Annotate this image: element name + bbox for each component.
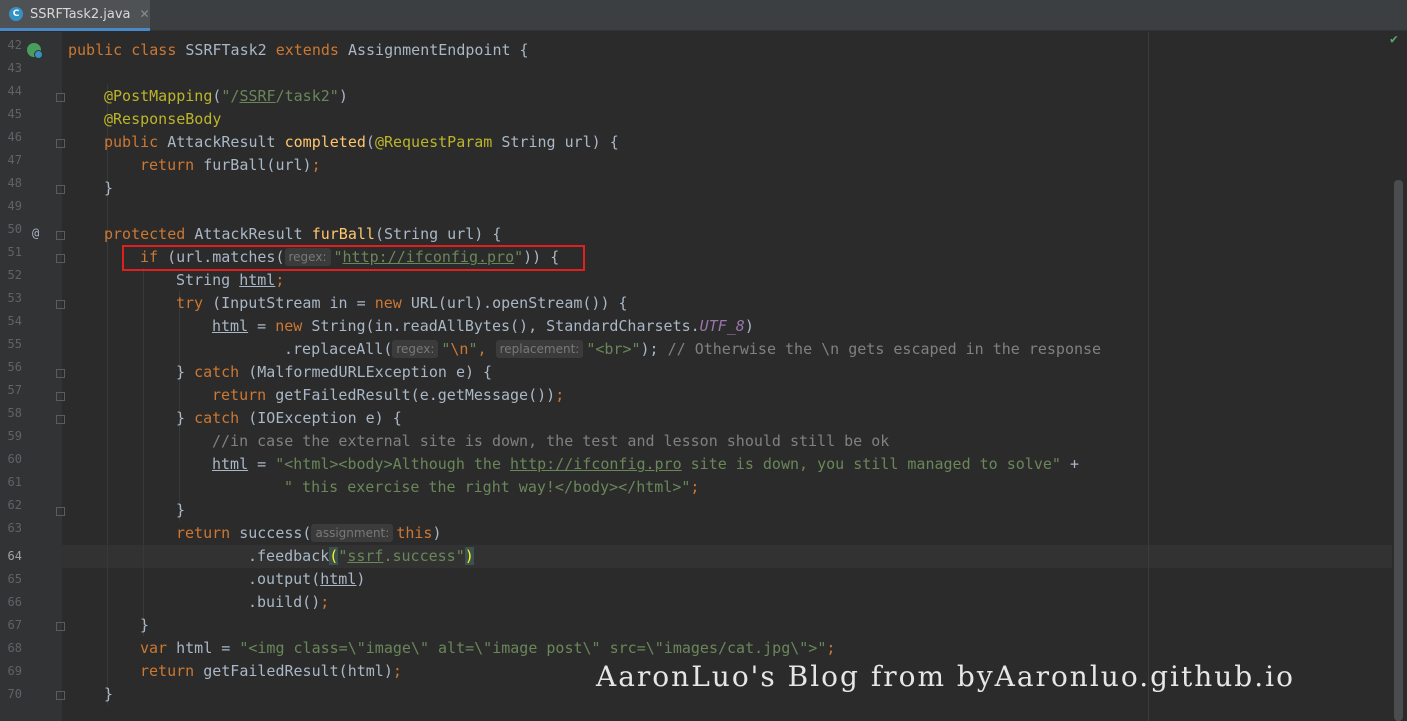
code-line-64: .feedback("ssrf.success")	[248, 547, 474, 565]
line-number: 47	[7, 153, 22, 167]
line-number: 67	[7, 618, 22, 632]
fold-marker-icon[interactable]	[56, 415, 65, 424]
fold-marker-icon[interactable]	[56, 507, 65, 516]
fold-marker-icon[interactable]	[56, 93, 65, 102]
line-number: 44	[7, 84, 22, 98]
fold-marker-icon[interactable]	[56, 392, 65, 401]
line-number: 61	[7, 475, 22, 489]
code-line-50: protected AttackResult furBall(String ur…	[104, 225, 502, 243]
fold-marker-icon[interactable]	[56, 622, 65, 631]
param-hint: assignment:	[311, 524, 394, 542]
line-number: 62	[7, 498, 22, 512]
watermark: AaronLuo's Blog from byAaronluo.github.i…	[596, 660, 1295, 693]
scrollbar-thumb[interactable]	[1394, 180, 1403, 721]
code-line-55: .replaceAll(regex: "\n", replacement: "<br…	[284, 340, 1102, 358]
line-number-current: 64	[7, 549, 22, 563]
line-number: 45	[7, 107, 22, 121]
line-number: 63	[7, 521, 22, 535]
fold-marker-icon[interactable]	[56, 185, 65, 194]
code-line-52: String html;	[176, 271, 285, 289]
line-number: 48	[7, 176, 22, 190]
line-number: 43	[7, 61, 22, 75]
code-line-46: public AttackResult completed(@RequestPa…	[104, 133, 619, 151]
code-editor[interactable]: public class SSRFTask2 extends Assignmen…	[68, 32, 1388, 721]
line-number-gutter[interactable]: 42 43 44 45 46 47 48 49 50 51 52 53 54 5…	[0, 32, 65, 721]
fold-marker-icon[interactable]	[56, 139, 65, 148]
tab-ssrftask2[interactable]: C SSRFTask2.java ✕	[0, 0, 150, 31]
override-at-icon[interactable]: @	[32, 226, 39, 240]
code-line-65: .output(html)	[248, 570, 366, 588]
editor-tab-bar: C SSRFTask2.java ✕	[0, 0, 1407, 31]
line-number: 70	[7, 687, 22, 701]
code-line-45: @ResponseBody	[104, 110, 222, 128]
line-number: 59	[7, 429, 22, 443]
line-number: 46	[7, 130, 22, 144]
line-number: 68	[7, 641, 22, 655]
code-line-68: var html = "<img class=\"image\" alt=\"i…	[140, 639, 836, 657]
param-hint: regex:	[392, 340, 439, 358]
line-number: 69	[7, 664, 22, 678]
param-hint: replacement:	[495, 340, 584, 358]
line-number: 56	[7, 360, 22, 374]
line-number: 50	[7, 222, 22, 236]
code-line-69: return getFailedResult(html);	[140, 662, 402, 680]
line-number: 42	[7, 38, 22, 52]
code-line-57: return getFailedResult(e.getMessage());	[212, 386, 565, 404]
code-line-53: try (InputStream in = new URL(url).openS…	[176, 294, 628, 312]
code-line-62: }	[176, 501, 186, 519]
code-line-67: }	[140, 616, 150, 634]
line-number: 53	[7, 291, 22, 305]
fold-marker-icon[interactable]	[56, 254, 65, 263]
fold-marker-icon[interactable]	[56, 369, 65, 378]
close-icon[interactable]: ✕	[139, 7, 149, 21]
line-number: 52	[7, 268, 22, 282]
code-line-48: }	[104, 179, 114, 197]
check-icon[interactable]: ✔	[1390, 32, 1398, 47]
line-number: 57	[7, 383, 22, 397]
code-line-61: " this exercise the right way!</body></h…	[284, 478, 700, 496]
code-line-54: html = new String(in.readAllBytes(), Sta…	[212, 317, 754, 335]
code-line-47: return furBall(url);	[140, 156, 321, 174]
line-number: 60	[7, 452, 22, 466]
fold-marker-icon[interactable]	[56, 300, 65, 309]
line-number: 66	[7, 595, 22, 609]
code-line-59: //in case the external site is down, the…	[212, 432, 890, 450]
fold-marker-icon[interactable]	[56, 691, 65, 700]
java-class-icon: C	[9, 7, 23, 21]
code-line-70: }	[104, 685, 114, 703]
code-line-66: .build();	[248, 593, 330, 611]
code-line-44: @PostMapping("/SSRF/task2")	[104, 87, 348, 105]
line-number: 55	[7, 337, 22, 351]
code-line-58: } catch (IOException e) {	[176, 409, 402, 427]
code-line-56: } catch (MalformedURLException e) {	[176, 363, 493, 381]
code-line-63: return success(assignment: this)	[176, 524, 442, 542]
implemented-class-icon[interactable]	[27, 43, 43, 59]
line-number: 65	[7, 572, 22, 586]
code-line-60: html = "<html><body>Although the http://…	[212, 455, 1079, 473]
highlight-box	[122, 245, 585, 271]
line-number: 51	[7, 245, 22, 259]
code-line-42: public class SSRFTask2 extends Assignmen…	[68, 41, 529, 59]
line-number: 49	[7, 199, 22, 213]
line-number: 58	[7, 406, 22, 420]
line-number: 54	[7, 314, 22, 328]
fold-marker-icon[interactable]	[56, 231, 65, 240]
tab-title: SSRFTask2.java	[30, 6, 131, 22]
